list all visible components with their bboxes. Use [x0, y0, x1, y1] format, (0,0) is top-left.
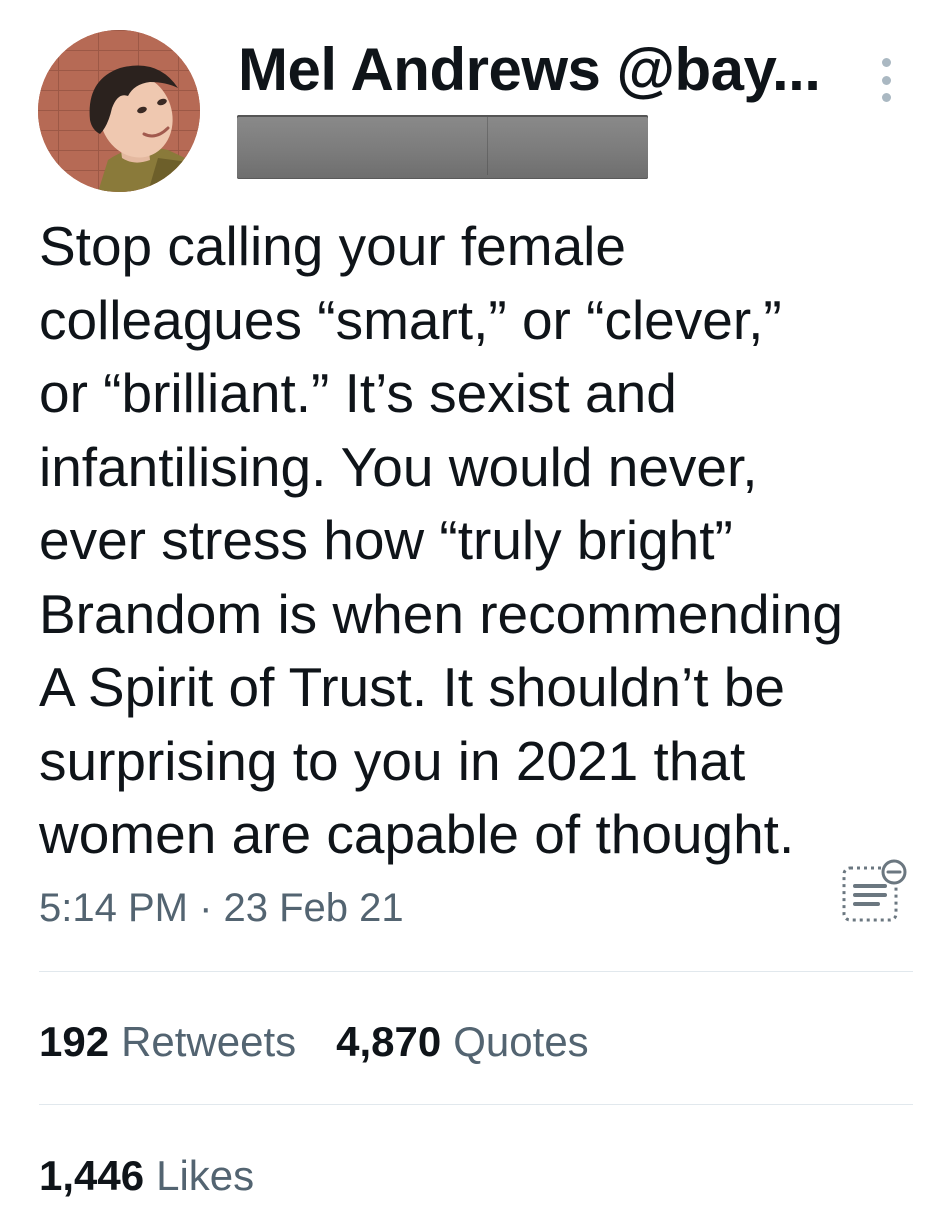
- avatar-image: [38, 30, 200, 192]
- more-options-button[interactable]: [872, 56, 900, 104]
- display-name[interactable]: Mel Andrews @bay...: [238, 38, 821, 102]
- likes-stat[interactable]: 1,446 Likes: [39, 1146, 294, 1206]
- more-vertical-icon-dot: [881, 93, 891, 102]
- divider: [39, 1104, 913, 1105]
- avatar[interactable]: [38, 30, 200, 192]
- divider: [39, 971, 913, 972]
- quotes-stat[interactable]: 4,870 Quotes: [336, 1012, 589, 1072]
- notes-overlay-icon[interactable]: [838, 858, 910, 924]
- more-vertical-icon-dot: [881, 75, 891, 85]
- retweets-count: 192: [39, 1018, 110, 1065]
- retweets-stat[interactable]: 192 Retweets: [39, 1012, 296, 1072]
- likes-count: 1,446: [39, 1152, 145, 1199]
- tweet-timestamp[interactable]: 5:14 PM · 23 Feb 21: [39, 880, 404, 936]
- more-vertical-icon: [881, 58, 891, 67]
- retweets-label: Retweets: [121, 1018, 297, 1065]
- engagement-stats: 192 Retweets 4,870 Quotes: [39, 1012, 629, 1072]
- quotes-count: 4,870: [336, 1018, 442, 1065]
- redacted-handle: [237, 115, 648, 179]
- likes-label: Likes: [156, 1152, 255, 1199]
- tweet-card: Mel Andrews @bay... Stop calling your fe…: [0, 0, 934, 1227]
- tweet-text: Stop calling your female colleagues “sma…: [39, 215, 843, 865]
- quotes-label: Quotes: [453, 1018, 589, 1065]
